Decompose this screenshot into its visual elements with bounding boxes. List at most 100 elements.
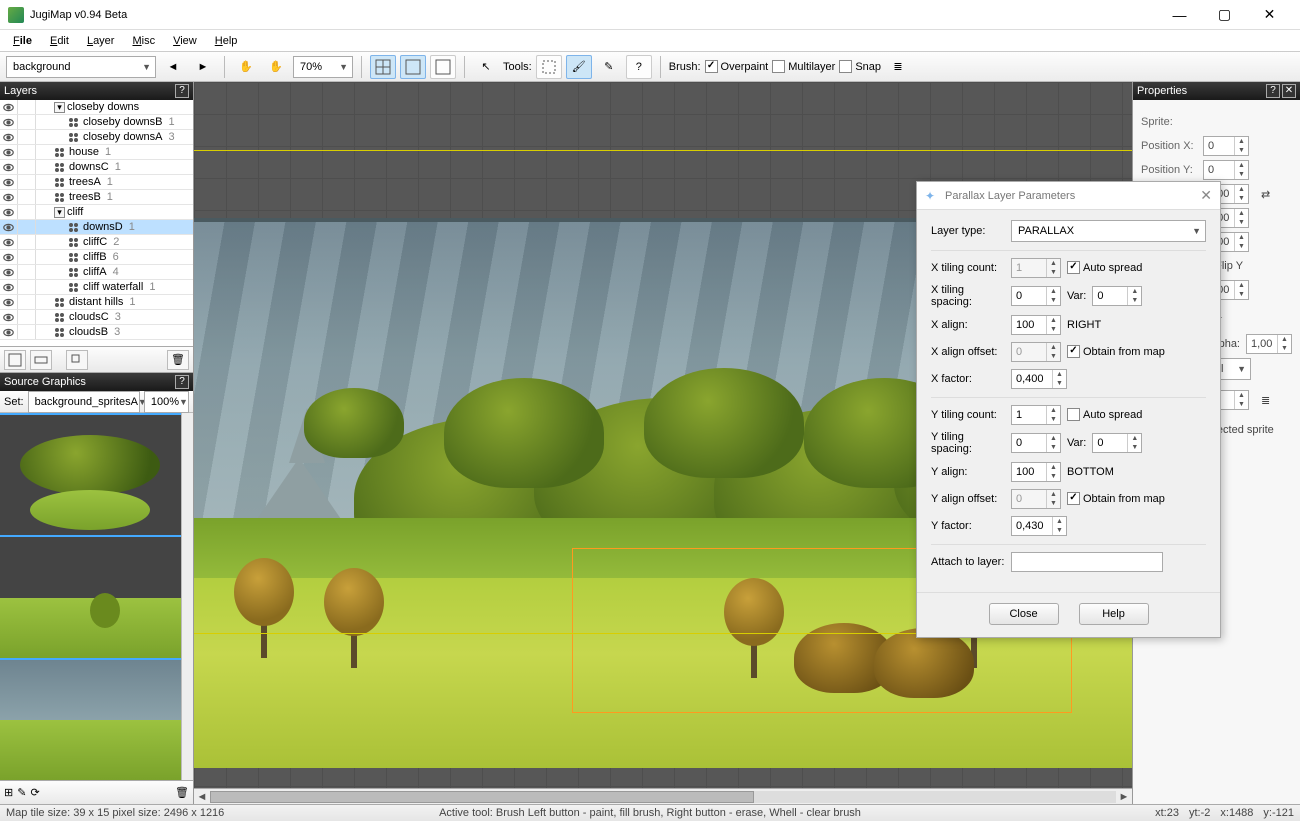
visibility-icon[interactable]	[0, 220, 18, 234]
visibility-icon[interactable]	[0, 280, 18, 294]
layers-help-icon[interactable]: ?	[175, 84, 189, 98]
layer-row[interactable]: cloudsB3	[0, 325, 193, 340]
pos-x-input[interactable]: 0▲▼	[1203, 136, 1249, 156]
layer-row[interactable]: cliff waterfall1	[0, 280, 193, 295]
x-var-input[interactable]: 0▲▼	[1092, 286, 1142, 306]
menu-view[interactable]: View	[164, 33, 206, 49]
layer-row[interactable]: treesB1	[0, 190, 193, 205]
source-help-icon[interactable]: ?	[175, 375, 189, 389]
layer-row[interactable]: house1	[0, 145, 193, 160]
layer-row[interactable]: downsD1	[0, 220, 193, 235]
layer-type-combo[interactable]: PARALLAX▼	[1011, 220, 1206, 242]
source-zoom-combo[interactable]: 100%▼	[144, 391, 189, 413]
y-tiling-count-input[interactable]: 1▲▼	[1011, 405, 1061, 425]
layer-row[interactable]: cliffC2	[0, 235, 193, 250]
layer-row[interactable]: ▾closeby downs	[0, 100, 193, 115]
multilayer-checkbox[interactable]: Multilayer	[772, 60, 835, 73]
x-factor-input[interactable]: 0,400▲▼	[1011, 369, 1067, 389]
menu-file[interactable]: File	[4, 33, 41, 49]
layers-mode-b-button[interactable]	[30, 350, 52, 370]
brush-tool-button[interactable]: 🖌	[566, 55, 592, 79]
y-align-input[interactable]: 100▲▼	[1011, 462, 1061, 482]
grid-b-button[interactable]	[400, 55, 426, 79]
cursor-tool-button[interactable]: ↖	[473, 55, 499, 79]
visibility-icon[interactable]	[0, 265, 18, 279]
visibility-icon[interactable]	[0, 295, 18, 309]
visibility-icon[interactable]	[0, 145, 18, 159]
source-c-button[interactable]: ⟳	[30, 786, 39, 799]
y-var-input[interactable]: 0▲▼	[1092, 433, 1142, 453]
blend-alpha-input[interactable]: 1,00▲▼	[1246, 334, 1292, 354]
layers-mode-a-button[interactable]	[4, 350, 26, 370]
x-auto-spread-checkbox[interactable]: Auto spread	[1067, 261, 1142, 274]
hand-out-icon[interactable]: ✋	[233, 55, 259, 79]
dialog-help-button[interactable]: Help	[1079, 603, 1149, 625]
horizontal-scrollbar[interactable]: ◄►	[194, 788, 1132, 804]
dialog-close-icon[interactable]: ✕	[1200, 187, 1212, 204]
menu-help[interactable]: Help	[206, 33, 247, 49]
pos-y-input[interactable]: 0▲▼	[1203, 160, 1249, 180]
source-b-button[interactable]: ✎	[17, 786, 26, 799]
visibility-icon[interactable]	[0, 310, 18, 324]
nav-prev-button[interactable]: ◄	[160, 55, 186, 79]
sprite-thumb[interactable]	[0, 413, 181, 537]
list-icon[interactable]: ≣	[885, 55, 911, 79]
layer-row[interactable]: cliffA4	[0, 265, 193, 280]
y-auto-spread-checkbox[interactable]: Auto spread	[1067, 408, 1142, 421]
visibility-icon[interactable]	[0, 175, 18, 189]
grid-a-button[interactable]	[370, 55, 396, 79]
canvas-area[interactable]: ◄► ✦ Parallax Layer Parameters ✕ Layer t…	[194, 82, 1132, 804]
pen-tool-button[interactable]: ✎	[596, 55, 622, 79]
layer-list[interactable]: ▾closeby downscloseby downsB1closeby dow…	[0, 100, 193, 346]
visibility-icon[interactable]	[0, 235, 18, 249]
close-button[interactable]: ✕	[1247, 1, 1292, 29]
visibility-icon[interactable]	[0, 250, 18, 264]
properties-close-icon[interactable]: ✕	[1282, 84, 1296, 98]
dialog-close-button[interactable]: Close	[989, 603, 1059, 625]
layer-select-combo[interactable]: background▼	[6, 56, 156, 78]
layer-row[interactable]: cliffB6	[0, 250, 193, 265]
layer-row[interactable]: distant hills1	[0, 295, 193, 310]
layer-row[interactable]: downsC1	[0, 160, 193, 175]
menu-layer[interactable]: Layer	[78, 33, 124, 49]
x-obtain-from-map-checkbox[interactable]: Obtain from map	[1067, 345, 1165, 358]
sprite-thumb[interactable]	[0, 660, 181, 780]
grid-c-button[interactable]	[430, 55, 456, 79]
help-tool-button[interactable]: ?	[626, 55, 652, 79]
x-align-input[interactable]: 100▲▼	[1011, 315, 1061, 335]
visibility-icon[interactable]	[0, 205, 18, 219]
minimize-button[interactable]: —	[1157, 1, 1202, 29]
visibility-icon[interactable]	[0, 160, 18, 174]
layers-trash-button[interactable]: 🗑	[167, 350, 189, 370]
select-tool-button[interactable]	[536, 55, 562, 79]
overpaint-checkbox[interactable]: Overpaint	[705, 60, 769, 73]
hand-in-icon[interactable]: ✋	[263, 55, 289, 79]
y-factor-input[interactable]: 0,430▲▼	[1011, 516, 1067, 536]
visibility-icon[interactable]	[0, 325, 18, 339]
dialog-titlebar[interactable]: ✦ Parallax Layer Parameters ✕	[917, 182, 1220, 210]
maximize-button[interactable]: ▢	[1202, 1, 1247, 29]
snap-checkbox[interactable]: Snap	[839, 60, 881, 73]
layer-row[interactable]: closeby downsA3	[0, 130, 193, 145]
link-icon[interactable]: ⇄	[1261, 188, 1270, 201]
x-tiling-spacing-input[interactable]: 0▲▼	[1011, 286, 1061, 306]
layer-row[interactable]: closeby downsB1	[0, 115, 193, 130]
visibility-icon[interactable]	[0, 100, 18, 114]
visibility-icon[interactable]	[0, 130, 18, 144]
zoom-combo[interactable]: 70%▼	[293, 56, 353, 78]
sprite-thumb[interactable]	[0, 537, 181, 659]
set-combo[interactable]: background_spritesA▼	[28, 391, 140, 413]
layer-row[interactable]: treesA1	[0, 175, 193, 190]
visibility-icon[interactable]	[0, 115, 18, 129]
menu-edit[interactable]: Edit	[41, 33, 78, 49]
y-tiling-spacing-input[interactable]: 0▲▼	[1011, 433, 1061, 453]
y-obtain-from-map-checkbox[interactable]: Obtain from map	[1067, 492, 1165, 505]
nav-next-button[interactable]: ►	[190, 55, 216, 79]
flags-list-icon[interactable]: ≣	[1261, 394, 1270, 407]
source-scrollbar[interactable]	[181, 413, 193, 780]
layer-row[interactable]: cloudsC3	[0, 310, 193, 325]
fold-icon[interactable]: ▾	[54, 207, 65, 218]
menu-misc[interactable]: Misc	[123, 33, 164, 49]
source-thumbnails[interactable]	[0, 413, 181, 780]
visibility-icon[interactable]	[0, 190, 18, 204]
